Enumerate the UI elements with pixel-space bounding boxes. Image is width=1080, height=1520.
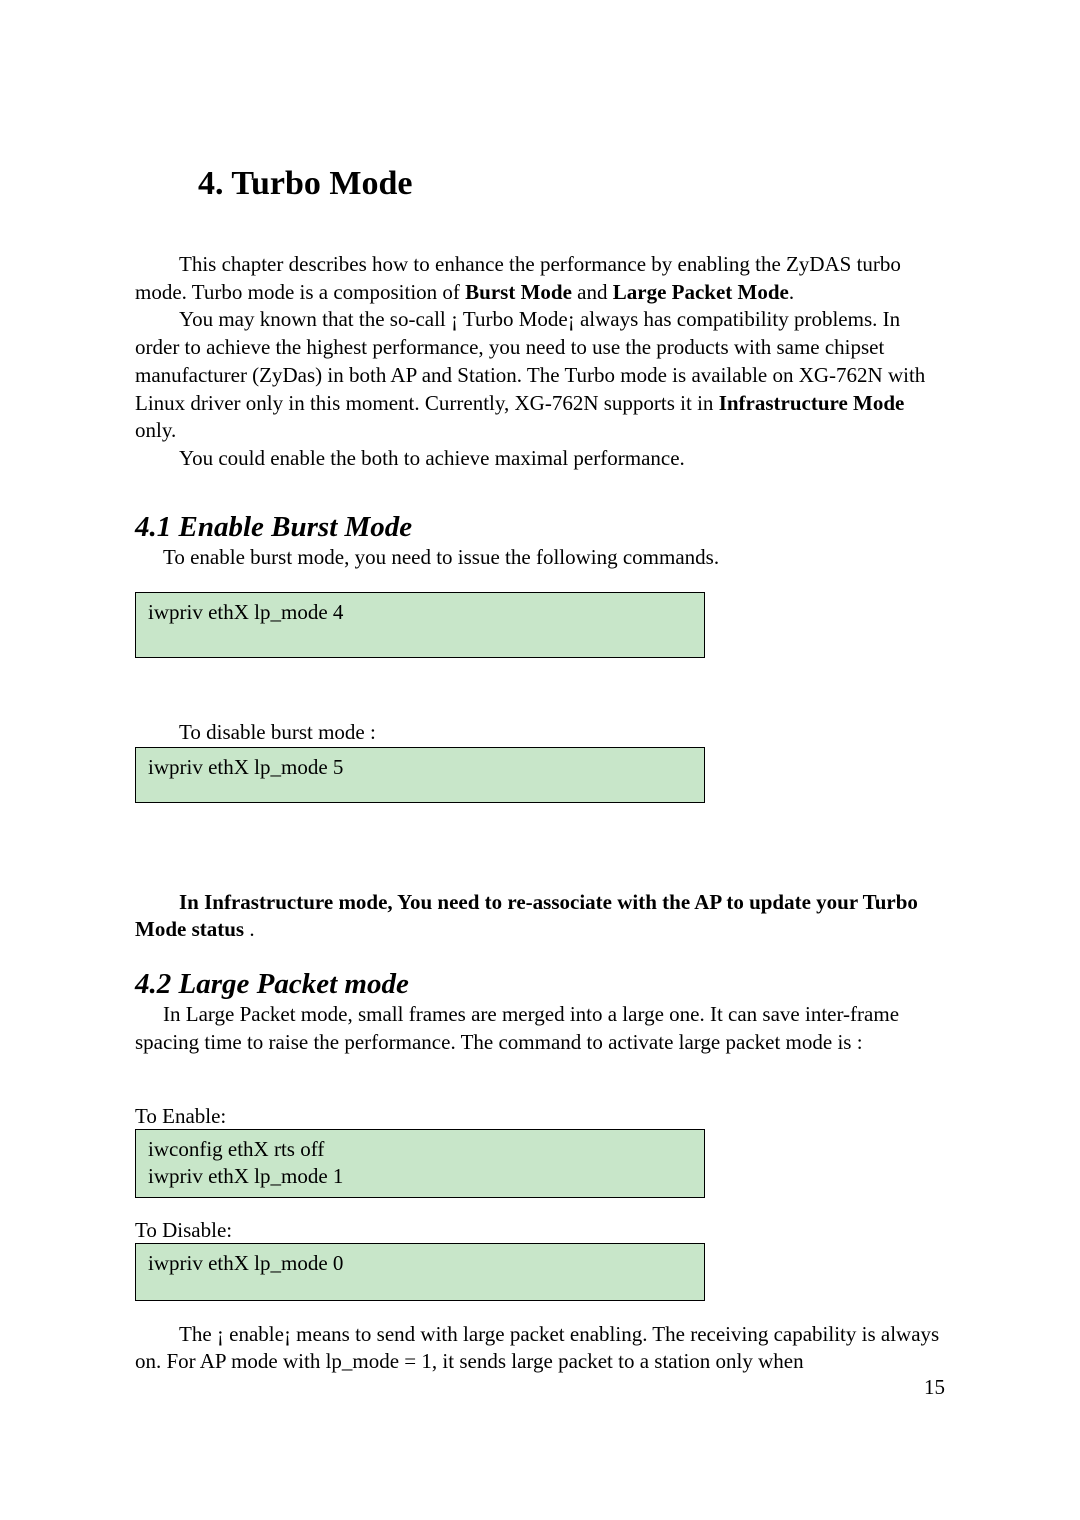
intro-para-1: This chapter describes how to enhance th…	[135, 251, 945, 306]
command-box-disable-large-packet: iwpriv ethX lp_mode 0	[135, 1243, 705, 1301]
s41-para-2: To disable burst mode :	[135, 719, 945, 747]
s41-note: In Infrastructure mode, You need to re-a…	[135, 889, 945, 944]
text: .	[244, 917, 255, 941]
chapter-title: 4. Turbo Mode	[198, 165, 945, 203]
text: .	[789, 280, 794, 304]
intro-para-3: You could enable the both to achieve max…	[135, 445, 945, 473]
bold-infrastructure-mode: Infrastructure Mode	[719, 391, 905, 415]
command-text: iwpriv ethX lp_mode 4	[148, 599, 692, 627]
label-to-enable: To Enable:	[135, 1104, 945, 1129]
s42-para-2: The ¡ enable¡ means to send with large p…	[135, 1321, 945, 1376]
page-number: 15	[924, 1375, 945, 1400]
intro-para-2: You may known that the so-call ¡ Turbo M…	[135, 306, 945, 445]
command-text: iwpriv ethX lp_mode 5	[148, 754, 692, 782]
label-to-disable: To Disable:	[135, 1218, 945, 1243]
command-box-disable-burst: iwpriv ethX lp_mode 5	[135, 747, 705, 803]
text: and	[572, 280, 613, 304]
s42-para-1: In Large Packet mode, small frames are m…	[135, 1001, 945, 1056]
command-box-enable-large-packet: iwconfig ethX rts off iwpriv ethX lp_mod…	[135, 1129, 705, 1198]
text: only.	[135, 418, 176, 442]
bold-burst-mode: Burst Mode	[465, 280, 572, 304]
command-text: iwconfig ethX rts off	[148, 1136, 692, 1164]
command-text: iwpriv ethX lp_mode 1	[148, 1163, 692, 1191]
section-heading-4-2: 4.2 Large Packet mode	[135, 968, 945, 1001]
s41-para-1: To enable burst mode, you need to issue …	[163, 544, 945, 572]
bold-large-packet-mode: Large Packet Mode	[613, 280, 789, 304]
section-heading-4-1: 4.1 Enable Burst Mode	[135, 511, 945, 544]
command-text: iwpriv ethX lp_mode 0	[148, 1250, 692, 1278]
command-box-enable-burst: iwpriv ethX lp_mode 4	[135, 592, 705, 658]
